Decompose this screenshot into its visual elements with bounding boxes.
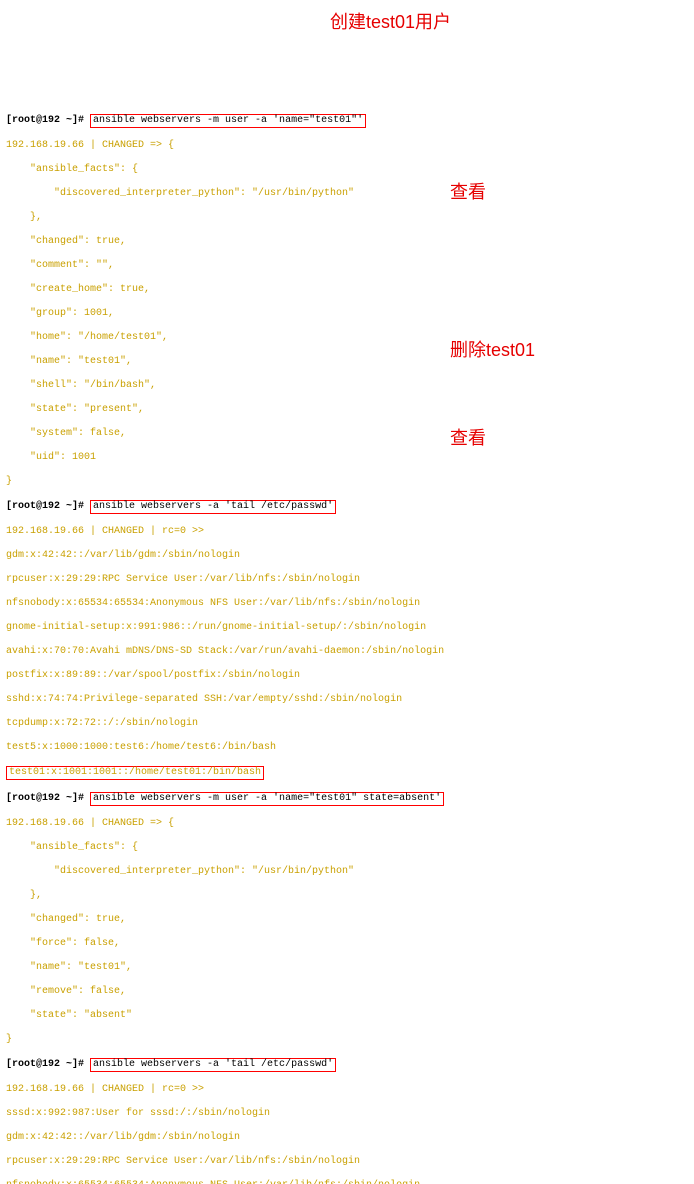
output1-line: },: [6, 212, 688, 224]
command-4: ansible webservers -a 'tail /etc/passwd': [93, 1059, 333, 1070]
output2-line: test5:x:1000:1000:test6:/home/test6:/bin…: [6, 742, 688, 754]
output2-line: gnome-initial-setup:x:991:986::/run/gnom…: [6, 622, 688, 634]
output1-line: "uid": 1001: [6, 452, 688, 464]
command-box-3: ansible webservers -m user -a 'name="tes…: [90, 792, 444, 806]
prompt-3: [root@192 ~]#: [6, 793, 84, 804]
output4-line: nfsnobody:x:65534:65534:Anonymous NFS Us…: [6, 1180, 688, 1184]
annotation-create-user: 创建test01用户: [330, 12, 451, 34]
output3-line: "changed": true,: [6, 914, 688, 926]
output2-header: 192.168.19.66 | CHANGED | rc=0 >>: [6, 526, 688, 538]
prompt-1: [root@192 ~]#: [6, 115, 84, 126]
output1-line: "system": false,: [6, 428, 688, 440]
output2-line: sshd:x:74:74:Privilege-separated SSH:/va…: [6, 694, 688, 706]
output1-line: "home": "/home/test01",: [6, 332, 688, 344]
output2-line-highlight: test01:x:1001:1001::/home/test01:/bin/ba…: [6, 766, 688, 780]
output2-line: nfsnobody:x:65534:65534:Anonymous NFS Us…: [6, 598, 688, 610]
output1-line: "comment": "",: [6, 260, 688, 272]
prompt-4: [root@192 ~]#: [6, 1059, 84, 1070]
output1-line: "state": "present",: [6, 404, 688, 416]
output3-line: "discovered_interpreter_python": "/usr/b…: [6, 866, 688, 878]
command-3: ansible webservers -m user -a 'name="tes…: [93, 793, 441, 804]
output4-line: rpcuser:x:29:29:RPC Service User:/var/li…: [6, 1156, 688, 1168]
command-1: ansible webservers -m user -a 'name="tes…: [93, 115, 363, 126]
output1-line: "create_home": true,: [6, 284, 688, 296]
output4-line: sssd:x:992:987:User for sssd:/:/sbin/nol…: [6, 1108, 688, 1120]
command-2: ansible webservers -a 'tail /etc/passwd': [93, 501, 333, 512]
output3-line: "name": "test01",: [6, 962, 688, 974]
output3-line: }: [6, 1034, 688, 1046]
output3-line: "force": false,: [6, 938, 688, 950]
annotation-view-2: 查看: [450, 428, 486, 450]
output4-line: gdm:x:42:42::/var/lib/gdm:/sbin/nologin: [6, 1132, 688, 1144]
output3-line: "ansible_facts": {: [6, 842, 688, 854]
output1-line: "group": 1001,: [6, 308, 688, 320]
output2-line: tcpdump:x:72:72::/:/sbin/nologin: [6, 718, 688, 730]
output1-line: }: [6, 476, 688, 488]
output3-line: "state": "absent": [6, 1010, 688, 1022]
output4-header: 192.168.19.66 | CHANGED | rc=0 >>: [6, 1084, 688, 1096]
command-box-1: ansible webservers -m user -a 'name="tes…: [90, 114, 366, 128]
output3-line: "remove": false,: [6, 986, 688, 998]
output1-line: "ansible_facts": {: [6, 164, 688, 176]
output2-line: postfix:x:89:89::/var/spool/postfix:/sbi…: [6, 670, 688, 682]
prompt-2: [root@192 ~]#: [6, 501, 84, 512]
command-box-2: ansible webservers -a 'tail /etc/passwd': [90, 500, 336, 514]
output2-line: gdm:x:42:42::/var/lib/gdm:/sbin/nologin: [6, 550, 688, 562]
command-box-4: ansible webservers -a 'tail /etc/passwd': [90, 1058, 336, 1072]
output2-line: rpcuser:x:29:29:RPC Service User:/var/li…: [6, 574, 688, 586]
output3-line: },: [6, 890, 688, 902]
annotation-view-1: 查看: [450, 182, 486, 204]
output1-line: "name": "test01",: [6, 356, 688, 368]
output1-line: "discovered_interpreter_python": "/usr/b…: [6, 188, 688, 200]
annotation-delete-user: 删除test01: [450, 340, 535, 362]
output1-line: "changed": true,: [6, 236, 688, 248]
output1-line: "shell": "/bin/bash",: [6, 380, 688, 392]
output2-line: avahi:x:70:70:Avahi mDNS/DNS-SD Stack:/v…: [6, 646, 688, 658]
output3-header: 192.168.19.66 | CHANGED => {: [6, 818, 688, 830]
output1-header: 192.168.19.66 | CHANGED => {: [6, 140, 688, 152]
